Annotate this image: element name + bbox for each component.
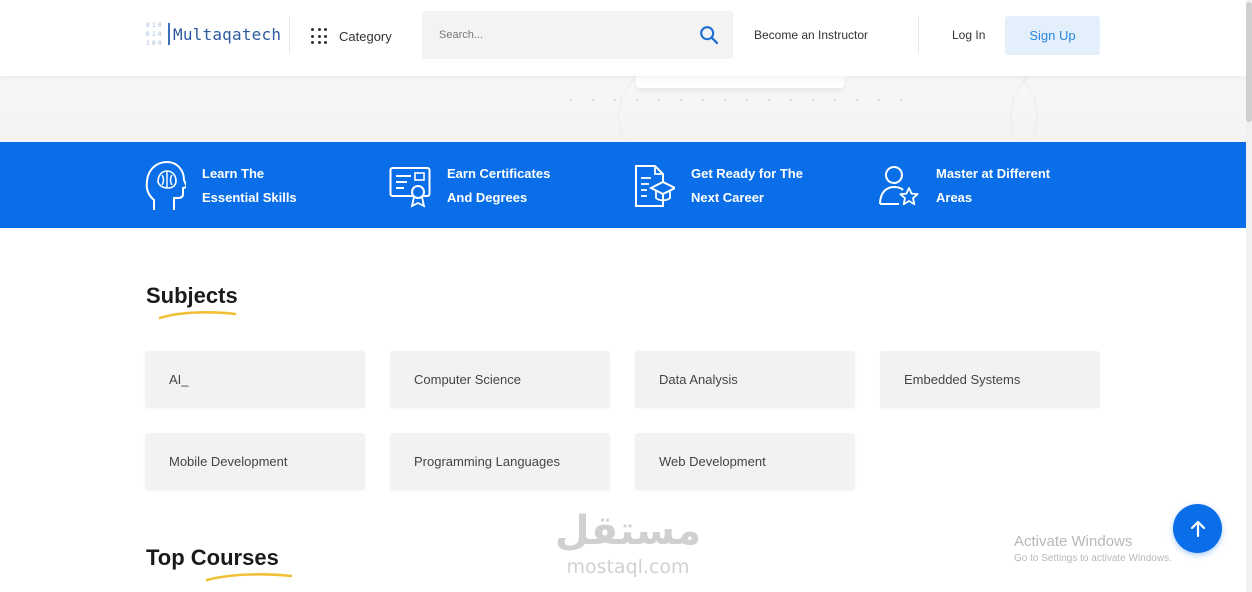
logo-text: Multaqatech: [173, 24, 282, 44]
logo[interactable]: 0 1 0 0 1 0 1 0 0 Multaqatech: [146, 20, 281, 48]
become-instructor-link[interactable]: Become an Instructor: [754, 28, 868, 42]
logo-bit: 0: [146, 21, 150, 29]
site-header: 0 1 0 0 1 0 1 0 0 Multaqatech Category B…: [0, 0, 1252, 76]
logo-mark-icon: 0 1 0 0 1 0 1 0 0: [146, 21, 166, 47]
grid-menu-icon: [311, 28, 327, 44]
feature-item: Get Ready for The Next Career: [633, 160, 803, 212]
brain-head-icon: [145, 160, 186, 210]
logo-divider: [168, 23, 170, 45]
subject-card[interactable]: Programming Languages: [390, 433, 610, 490]
category-label: Category: [339, 28, 392, 44]
subjects-title: Subjects: [146, 283, 238, 308]
logo-bit: 0: [146, 30, 150, 38]
subject-card[interactable]: Mobile Development: [145, 433, 365, 490]
feature-line: And Degrees: [447, 190, 528, 205]
logo-bit: 0: [152, 39, 156, 47]
logo-bit: 0: [158, 21, 162, 29]
feature-text: Master at Different Areas: [936, 162, 1050, 210]
feature-line: Master at Different: [936, 166, 1051, 181]
watermark-latin: mostaql.com: [566, 556, 690, 578]
user-star-icon: [879, 166, 919, 206]
feature-line: Learn The: [202, 166, 265, 181]
feature-text: Learn The Essential Skills: [202, 162, 297, 210]
hero-arc-decoration: [618, 76, 1038, 142]
subject-card[interactable]: Computer Science: [390, 351, 610, 408]
login-link[interactable]: Log In: [952, 28, 985, 42]
feature-line: Earn Certificates: [447, 166, 551, 181]
logo-bit: 1: [152, 30, 156, 38]
arrow-up-icon: [1190, 520, 1205, 537]
certificate-icon: [389, 167, 431, 208]
search-bar: [422, 11, 733, 59]
logo-bit: 1: [146, 39, 150, 47]
feature-line: Next Career: [691, 190, 764, 205]
feature-item: Learn The Essential Skills: [144, 160, 297, 212]
subject-card[interactable]: AI_: [145, 351, 365, 408]
top-courses-title: Top Courses: [146, 545, 279, 570]
subject-card[interactable]: Web Development: [635, 433, 855, 490]
subject-card[interactable]: Embedded Systems: [880, 351, 1100, 408]
activate-windows-hint: Go to Settings to activate Windows.: [1014, 553, 1172, 564]
logo-bit: 0: [158, 39, 162, 47]
search-input[interactable]: [422, 11, 682, 59]
feature-line: Essential Skills: [202, 190, 297, 205]
watermark-logo: مستقل mostaql.com: [548, 506, 708, 582]
page-scrollbar[interactable]: [1246, 0, 1252, 592]
hero-banner: [0, 76, 1252, 142]
search-icon[interactable]: [699, 25, 719, 45]
features-band: Learn The Essential Skills Earn Certific…: [0, 142, 1252, 228]
title-underline-decoration: [205, 573, 293, 582]
feature-line: Get Ready for The: [691, 166, 803, 181]
feature-line: Areas: [936, 190, 973, 205]
watermark-arabic: مستقل: [554, 508, 702, 554]
header-divider: [918, 16, 919, 54]
activate-windows-title: Activate Windows: [1014, 533, 1133, 550]
feature-item: Master at Different Areas: [878, 160, 1050, 212]
logo-bit: 0: [158, 30, 162, 38]
title-underline-decoration: [158, 311, 237, 320]
category-menu[interactable]: Category: [311, 25, 392, 47]
logo-bit: 1: [152, 21, 156, 29]
feature-item: Earn Certificates And Degrees: [389, 160, 550, 212]
signup-button[interactable]: Sign Up: [1005, 16, 1100, 55]
subject-card[interactable]: Data Analysis: [635, 351, 855, 408]
activate-windows-notice: Activate Windows Go to Settings to activ…: [1014, 533, 1172, 567]
scroll-to-top-button[interactable]: [1173, 504, 1222, 553]
hero-arc-decoration: [1010, 76, 1252, 142]
feature-text: Earn Certificates And Degrees: [447, 162, 550, 210]
feature-text: Get Ready for The Next Career: [691, 162, 803, 210]
header-divider: [289, 16, 290, 54]
document-graduation-icon: [635, 165, 675, 207]
